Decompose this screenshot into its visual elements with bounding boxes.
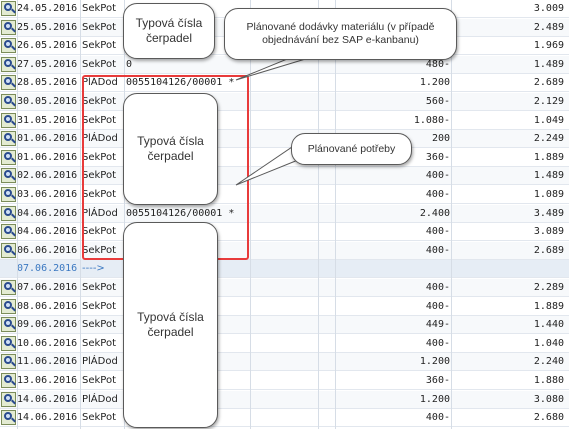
- pump-numbers-label: Typová čísla čerpadel: [137, 310, 204, 339]
- pump-numbers-callout-2: Typová čísla čerpadel: [123, 93, 218, 205]
- planned-requirements-callout: Plánované potřeby: [291, 133, 412, 165]
- planned-requirements-label: Plánované potřeby: [307, 142, 396, 155]
- callout-pointers: [235, 56, 313, 186]
- planned-deliveries-callout: Plánované dodávky materiálu (v případě o…: [224, 8, 457, 60]
- pump-numbers-label: Typová čísla čerpadel: [137, 134, 204, 163]
- pump-numbers-callout-1: Typová čísla čerpadel: [123, 3, 215, 59]
- callout-pointer-deliveries: [235, 56, 313, 81]
- callout-pointer-requirements: [235, 142, 299, 186]
- pump-numbers-callout-3: Typová čísla čerpadel: [123, 222, 218, 428]
- planned-deliveries-label: Plánované dodávky materiálu (v případě o…: [246, 21, 435, 46]
- pump-numbers-label: Typová čísla čerpadel: [135, 16, 203, 45]
